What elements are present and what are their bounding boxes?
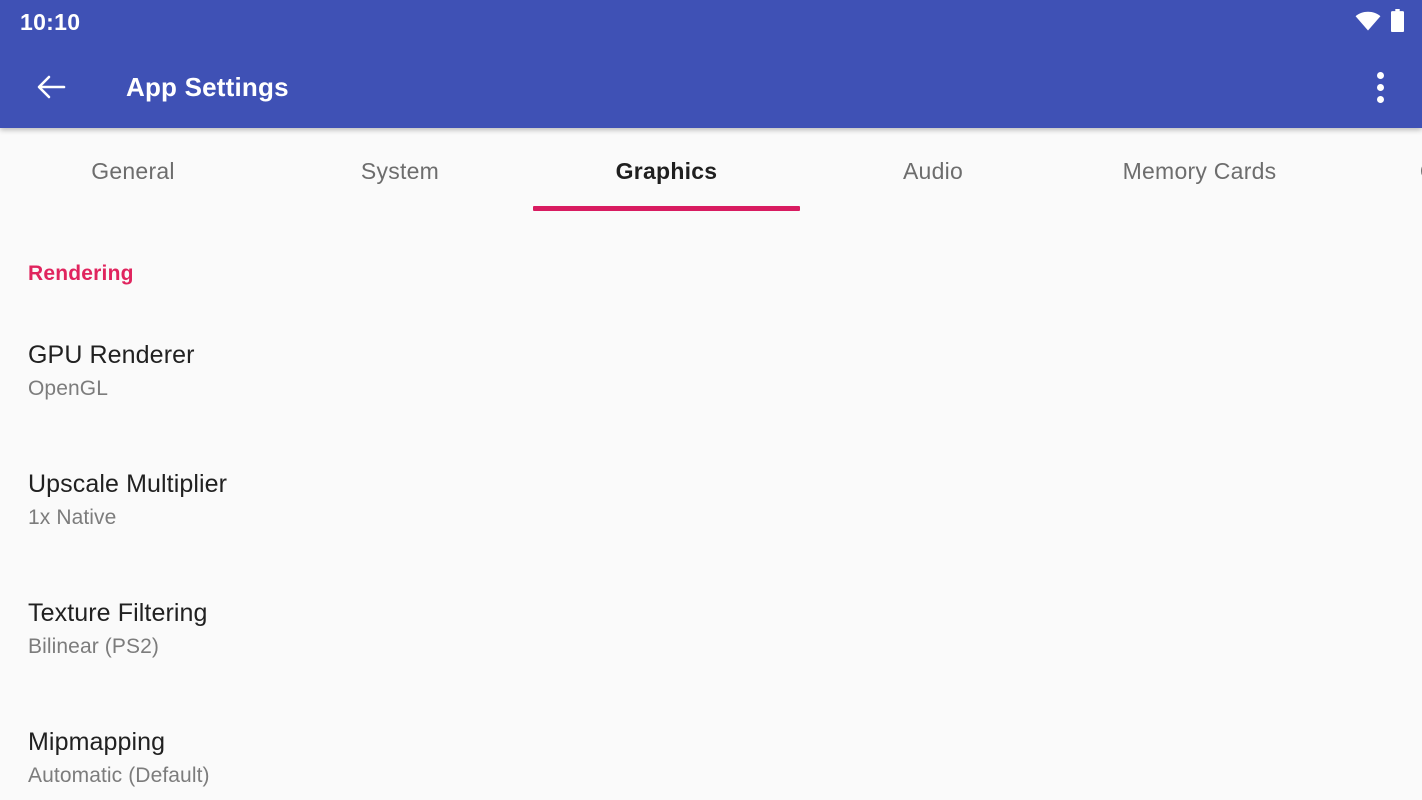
list-item-texture-filtering[interactable]: Texture Filtering Bilinear (PS2) xyxy=(0,598,1422,668)
tab-memory-cards[interactable]: Memory Cards xyxy=(1066,128,1333,216)
tab-selected-indicator xyxy=(533,206,800,211)
back-button[interactable] xyxy=(26,62,76,112)
list-item-title: GPU Renderer xyxy=(28,341,195,369)
list-item-subtitle: OpenGL xyxy=(28,377,108,400)
battery-full-icon xyxy=(1391,9,1404,32)
app-bar: 10:10 App Settings xyxy=(0,0,1422,128)
tab-partial-next[interactable]: G xyxy=(1399,128,1422,216)
tab-label: Graphics xyxy=(615,158,718,184)
section-header-rendering: Rendering xyxy=(28,262,134,285)
overflow-menu-button[interactable] xyxy=(1355,62,1405,112)
tab-system[interactable]: System xyxy=(293,128,507,216)
more-vert-icon-dot-1 xyxy=(1376,71,1384,79)
list-item-title: Texture Filtering xyxy=(28,599,208,627)
wifi-icon xyxy=(1355,11,1381,31)
tab-graphics[interactable]: Graphics xyxy=(533,128,800,216)
status-bar-icons xyxy=(1355,9,1404,32)
tab-label: Audio xyxy=(902,158,964,184)
status-bar: 10:10 xyxy=(0,0,1422,46)
list-item-subtitle: 1x Native xyxy=(28,506,117,529)
list-item-gpu-renderer[interactable]: GPU Renderer OpenGL xyxy=(0,340,1422,410)
tab-audio[interactable]: Audio xyxy=(826,128,1040,216)
tab-bar[interactable]: General System Graphics Audio Memory Car… xyxy=(0,128,1422,216)
app-settings-screen: 10:10 App Settings General System Graphi… xyxy=(0,0,1422,800)
list-item-title: Mipmapping xyxy=(28,728,166,756)
list-item-mipmapping[interactable]: Mipmapping Automatic (Default) xyxy=(0,727,1422,797)
list-item-upscale-multiplier[interactable]: Upscale Multiplier 1x Native xyxy=(0,469,1422,539)
tab-general[interactable]: General xyxy=(26,128,240,216)
page-title: App Settings xyxy=(126,72,289,102)
status-bar-clock: 10:10 xyxy=(20,9,81,35)
toolbar: App Settings xyxy=(0,46,1422,128)
settings-list: Rendering GPU Renderer OpenGL Upscale Mu… xyxy=(0,216,1422,800)
tab-label: General xyxy=(91,158,175,184)
arrow-back-icon xyxy=(37,75,66,99)
tab-label: Memory Cards xyxy=(1122,158,1277,184)
tab-label: System xyxy=(360,158,440,184)
more-vert-icon-dot-2 xyxy=(1376,83,1384,91)
list-item-subtitle: Automatic (Default) xyxy=(28,764,210,787)
list-item-title: Upscale Multiplier xyxy=(28,470,228,498)
list-item-subtitle: Bilinear (PS2) xyxy=(28,635,159,658)
more-vert-icon-dot-3 xyxy=(1376,95,1384,103)
